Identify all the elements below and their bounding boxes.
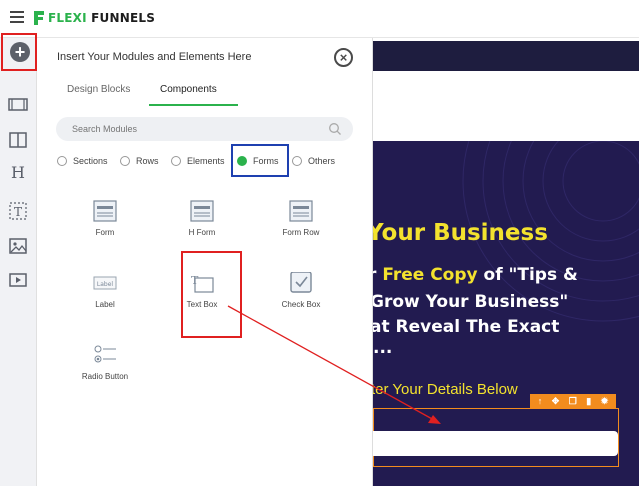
insert-modules-panel: Insert Your Modules and Elements Here × … <box>38 38 373 486</box>
component-label: Label <box>95 300 115 309</box>
search-icon[interactable] <box>328 122 342 136</box>
filter-sections[interactable]: Sections <box>57 156 108 166</box>
gear-icon[interactable]: ✹ <box>601 394 609 409</box>
filter-label: Sections <box>73 156 108 166</box>
search-modules-box <box>56 117 353 141</box>
columns-icon[interactable] <box>8 130 28 150</box>
tab-components[interactable]: Components <box>160 84 217 95</box>
hero-line-1-prefix: r <box>373 265 382 285</box>
arrow-up-icon[interactable]: ↑ <box>538 394 543 409</box>
hamburger-menu-icon[interactable] <box>10 11 24 23</box>
filter-label: Others <box>308 156 336 166</box>
check-box-icon <box>290 272 312 293</box>
hero-line-4: ... <box>373 338 393 358</box>
tab-design-blocks[interactable]: Design Blocks <box>67 84 130 95</box>
filter-label: Elements <box>187 156 225 166</box>
active-tab-underline <box>149 104 238 106</box>
radio-button-icon <box>94 345 116 363</box>
logo: FLEXI FUNNELS <box>33 9 155 27</box>
preview-white-section <box>373 71 639 141</box>
move-icon[interactable]: ✥ <box>552 394 560 409</box>
component-h-form[interactable]: H Form <box>157 200 247 237</box>
text-icon[interactable]: T <box>8 201 28 221</box>
component-form-row[interactable]: Form Row <box>256 200 346 237</box>
component-label: Check Box <box>281 300 321 309</box>
component-label: Form <box>95 228 115 237</box>
search-input[interactable] <box>72 121 312 137</box>
filter-others[interactable]: Others <box>292 156 335 166</box>
svg-text:T: T <box>14 205 22 219</box>
form-icon <box>93 200 117 222</box>
top-bar: FLEXI FUNNELS <box>0 0 639 38</box>
component-form[interactable]: Form <box>60 200 150 237</box>
hero-line-3: at Reveal The Exact <box>373 317 560 337</box>
component-check-box[interactable]: Check Box <box>256 272 346 309</box>
image-icon[interactable] <box>8 236 28 256</box>
enter-details-text: ter Your Details Below <box>373 381 518 398</box>
app-root: FLEXI FUNNELS + H T Your Business Free C… <box>0 0 639 486</box>
add-icon: + <box>10 42 30 62</box>
form-row-icon <box>289 200 313 222</box>
horizontal-form-icon <box>190 200 214 222</box>
hero-line-2: Grow Your Business" <box>373 292 569 312</box>
radio-icon <box>120 156 130 166</box>
radio-icon <box>171 156 181 166</box>
logo-text: FLEXI FUNNELS <box>48 11 155 25</box>
component-label: Form Row <box>282 228 320 237</box>
label-icon-text: Label <box>97 281 114 288</box>
copy-icon[interactable]: ❐ <box>569 394 577 409</box>
email-input-field[interactable] <box>373 431 618 456</box>
trash-icon[interactable]: ▮ <box>586 394 591 409</box>
forms-filter-highlight <box>231 144 289 177</box>
hero-headline: Your Business <box>373 220 548 246</box>
filter-rows[interactable]: Rows <box>120 156 159 166</box>
add-element-button[interactable]: + <box>1 33 37 71</box>
hero-line-1: r Free Copy of "Tips & <box>373 265 578 285</box>
panel-title: Insert Your Modules and Elements Here <box>57 51 252 63</box>
label-icon: Label <box>93 276 117 290</box>
radio-icon <box>57 156 67 166</box>
preview-header-strip <box>373 41 639 71</box>
text-box-highlight <box>181 251 242 338</box>
heading-icon[interactable]: H <box>8 162 28 182</box>
component-label: Radio Button <box>81 372 129 381</box>
section-icon[interactable] <box>8 94 28 114</box>
left-icon-rail: + H T <box>0 33 37 486</box>
video-icon[interactable] <box>8 270 28 290</box>
component-radio-button[interactable]: Radio Button <box>60 344 150 381</box>
close-panel-button[interactable]: × <box>334 48 353 67</box>
svg-text:H: H <box>11 163 25 182</box>
hero-line-1-highlight: Free Copy <box>382 265 478 285</box>
element-toolbar: ↑ ✥ ❐ ▮ ✹ <box>530 394 616 409</box>
logo-suffix: FUNNELS <box>91 11 156 25</box>
logo-mark-icon <box>34 11 44 25</box>
hero-line-1-suffix: of "Tips & <box>477 265 578 285</box>
filter-label: Rows <box>136 156 159 166</box>
filter-elements[interactable]: Elements <box>171 156 225 166</box>
component-label-element[interactable]: Label Label <box>60 272 150 309</box>
logo-prefix: FLEXI <box>48 11 87 25</box>
component-label: H Form <box>188 228 216 237</box>
radio-icon <box>292 156 302 166</box>
